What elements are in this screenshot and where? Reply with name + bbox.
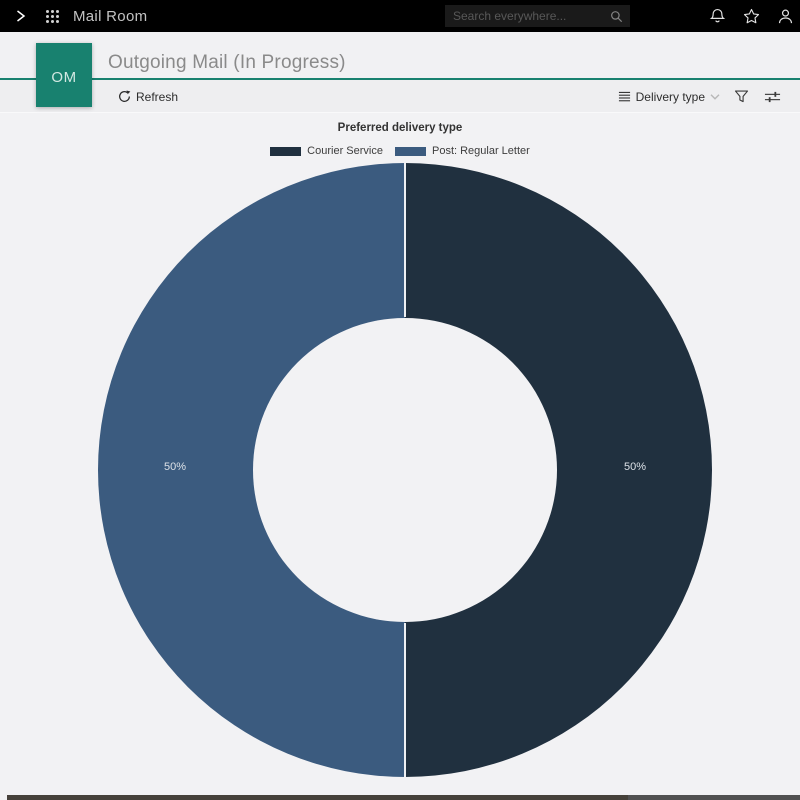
topbar: Mail Room [0, 0, 800, 32]
slice-value-post-regular-letter: 50% [155, 461, 195, 473]
funnel-icon [734, 89, 749, 104]
chart-settings-button[interactable] [762, 87, 782, 107]
toolbar: Refresh Delivery type [0, 80, 800, 113]
footer-strip-left [7, 795, 628, 800]
list-icon [618, 90, 631, 103]
chevron-down-icon [710, 94, 720, 100]
legend-item-post-regular-letter[interactable]: Post: Regular Letter [395, 145, 530, 157]
chart-area: Preferred delivery type Courier Service … [0, 114, 800, 795]
legend-swatch-courier-service [270, 147, 301, 156]
legend-label: Post: Regular Letter [432, 145, 530, 157]
chart-legend: Courier Service Post: Regular Letter [0, 145, 800, 157]
legend-item-courier-service[interactable]: Courier Service [270, 145, 383, 157]
slice-divider-bottom [404, 623, 406, 777]
topbar-actions [708, 0, 796, 32]
app-title: Mail Room [73, 8, 147, 25]
object-initials: OM [51, 69, 76, 86]
notifications-bell-icon[interactable] [708, 7, 726, 25]
object-tile: OM [36, 43, 92, 107]
search-box[interactable] [445, 5, 630, 27]
refresh-icon [118, 90, 131, 103]
dimension-selector[interactable]: Delivery type [618, 90, 720, 104]
legend-label: Courier Service [307, 145, 383, 157]
legend-swatch-post-regular-letter [395, 147, 426, 156]
slice-value-courier-service: 50% [615, 461, 655, 473]
search-icon[interactable] [610, 10, 623, 23]
chevron-right-icon [14, 9, 27, 23]
favorites-star-icon[interactable] [742, 7, 760, 25]
sliders-icon [764, 90, 781, 104]
footer-strip-right [628, 795, 800, 800]
page-title: Outgoing Mail (In Progress) [108, 52, 346, 74]
accent-divider [0, 78, 800, 80]
toolbar-right: Delivery type [618, 80, 782, 113]
filter-button[interactable] [731, 87, 751, 107]
nav-expand-button[interactable] [12, 8, 28, 24]
dimension-label: Delivery type [636, 90, 705, 104]
refresh-button[interactable]: Refresh [118, 80, 178, 113]
search-input[interactable] [445, 9, 610, 23]
app-launcher-grid-icon[interactable] [46, 10, 59, 23]
chart-title: Preferred delivery type [0, 122, 800, 134]
refresh-label: Refresh [136, 90, 178, 104]
slice-divider-top [404, 163, 406, 317]
donut-hole [253, 318, 557, 622]
user-profile-icon[interactable] [776, 7, 794, 25]
